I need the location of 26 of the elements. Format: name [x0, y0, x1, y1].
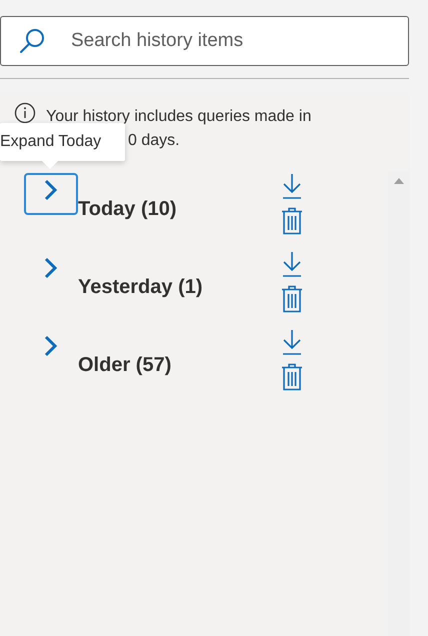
- delete-button[interactable]: [281, 363, 303, 391]
- search-field[interactable]: Search history items: [69, 26, 369, 56]
- trash-icon: [281, 207, 303, 235]
- expand-button[interactable]: [24, 173, 78, 215]
- chevron-icon: [44, 257, 58, 279]
- chevron-icon: [44, 335, 58, 357]
- download-button[interactable]: [281, 173, 303, 199]
- trash-icon: [281, 285, 303, 313]
- tooltip: Expand Today: [0, 123, 125, 161]
- delete-button[interactable]: [281, 285, 303, 313]
- download-icon: [282, 251, 302, 277]
- search-field[interactable]: Search history items: [0, 16, 409, 66]
- tooltip-pointer: [41, 160, 59, 170]
- info-icon: [14, 102, 36, 124]
- search-icon: [19, 28, 45, 54]
- group-label: Older (57): [78, 353, 172, 378]
- download-button[interactable]: [281, 251, 303, 277]
- download-button[interactable]: [281, 329, 303, 355]
- trash-icon: [281, 363, 303, 391]
- download-icon: [282, 329, 302, 355]
- group-label: Yesterday (1): [78, 275, 204, 300]
- download-icon: [282, 173, 302, 199]
- chevron-icon: [44, 179, 58, 201]
- info-text: 0 days.: [128, 131, 180, 151]
- delete-button[interactable]: [281, 207, 303, 235]
- group-label: Today (10): [78, 197, 178, 222]
